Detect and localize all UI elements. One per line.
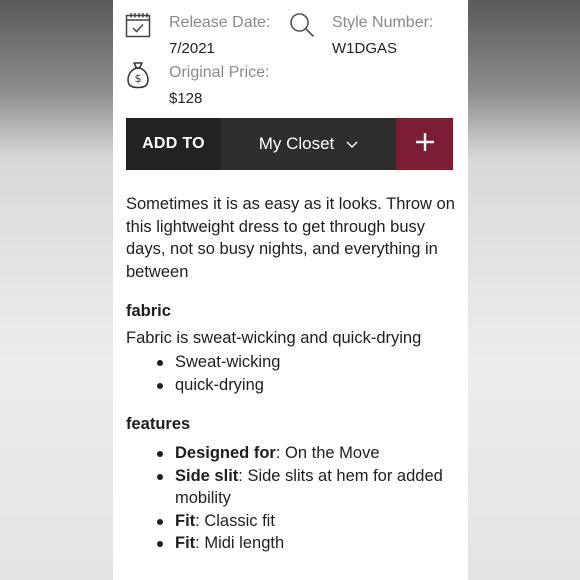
features-list: Designed for: On the Move Side slit: Sid… [126,442,460,555]
list-item: quick-drying [157,374,455,397]
product-description: Sometimes it is as easy as it looks. Thr… [126,195,455,281]
feature-value: : Midi length [195,534,285,552]
release-date-label: Release Date: [169,14,271,31]
feature-label: Side slit [175,466,239,485]
list-item: Sweat-wicking [157,351,455,374]
feature-label: Fit [175,511,196,530]
list-item: Designed for: On the Move [157,442,460,465]
svg-text:$: $ [135,72,142,85]
feature-label: Designed for [175,444,276,462]
product-details-card: Release Date: 7/2021 Style Number: W1DGA… [113,0,468,580]
chevron-down-icon [346,134,358,154]
add-to-closet-bar: ADD TO My Closet [126,118,453,170]
original-price-label: Original Price: [169,64,270,81]
fabric-heading: fabric [126,302,171,320]
add-button[interactable] [396,118,453,170]
list-item: Fit: Classic fit [157,510,460,533]
closet-select-dropdown[interactable]: My Closet [221,118,396,170]
list-item: Fit: Midi length [157,532,460,555]
release-date-value: 7/2021 [169,40,215,57]
search-icon[interactable] [289,12,315,43]
closet-select-value: My Closet [258,134,335,153]
add-to-label: ADD TO [142,135,205,152]
plus-icon [415,132,435,157]
feature-value: : On the Move [275,444,380,462]
calendar-check-icon [125,12,151,43]
original-price-value: $128 [169,90,203,107]
list-item: Side slit: Side slits at hem for added m… [157,465,460,510]
style-number-value: W1DGAS [332,40,398,57]
fabric-list: Sweat-wicking quick-drying [126,351,455,396]
fabric-text: Fabric is sweat-wicking and quick-drying [126,329,422,347]
style-number-label: Style Number: [332,14,434,31]
feature-label: Fit [175,534,196,552]
features-heading: features [126,415,191,433]
money-bag-icon: $ [126,61,150,94]
feature-value: : Classic fit [195,511,275,530]
